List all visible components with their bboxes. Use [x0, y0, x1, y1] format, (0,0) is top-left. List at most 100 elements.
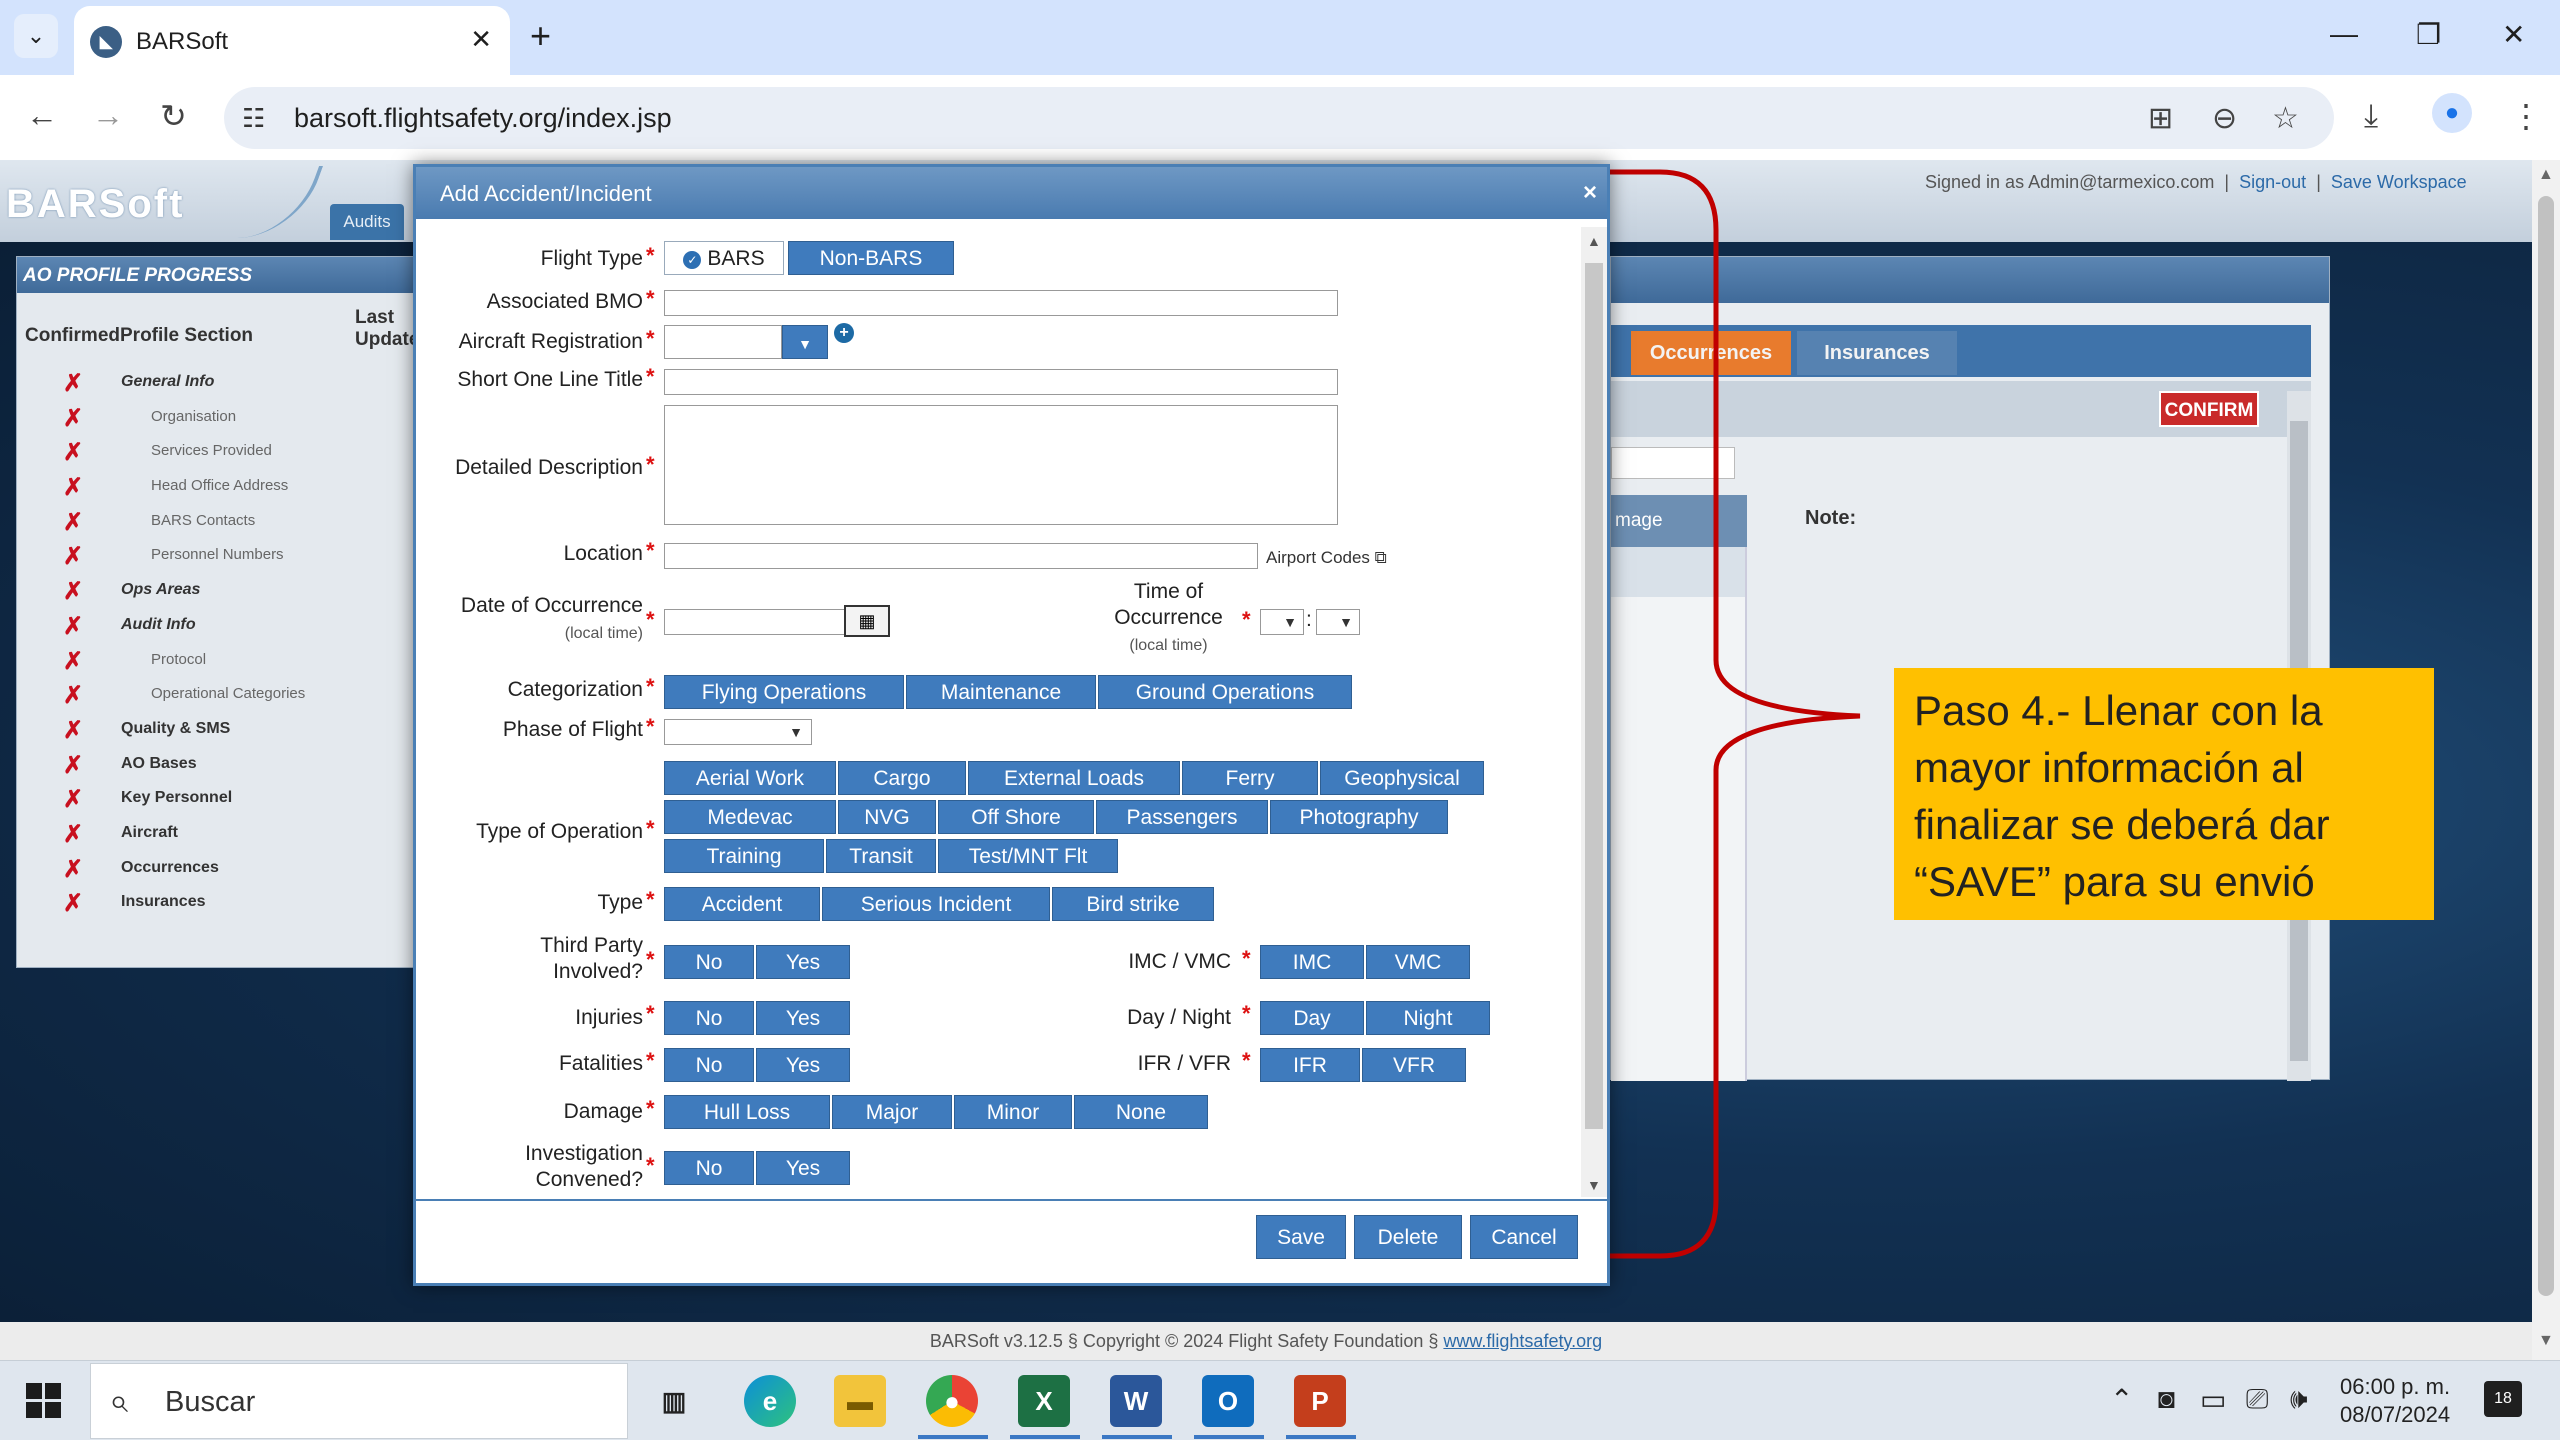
tab-search-button[interactable]: ⌄ [14, 14, 58, 58]
download-icon[interactable]: ⤓ [2364, 97, 2378, 135]
edge-icon[interactable]: e [744, 1375, 796, 1427]
vfr-button[interactable]: VFR [1362, 1048, 1466, 1082]
imc-button[interactable]: IMC [1260, 945, 1364, 979]
third-party-yes[interactable]: Yes [756, 945, 850, 979]
file-explorer-icon[interactable]: ▬ [834, 1375, 886, 1427]
fatalities-yes[interactable]: Yes [756, 1048, 850, 1082]
flight-type-nonbars-button[interactable]: Non-BARS [788, 241, 954, 275]
list-item[interactable]: ✗ BARS Contacts [17, 506, 417, 541]
operation-geophysical[interactable]: Geophysical [1320, 761, 1484, 795]
clock[interactable]: 06:00 p. m. 08/07/2024 [2340, 1373, 2450, 1429]
excel-icon[interactable]: X [1018, 1375, 1070, 1427]
detailed-description-textarea[interactable] [664, 405, 1338, 525]
injuries-no[interactable]: No [664, 1001, 754, 1035]
page-scrollbar[interactable]: ▲ ▼ [2532, 160, 2560, 1360]
flight-type-bars-radio[interactable]: ✓ BARS [664, 241, 784, 275]
category-ground-operations[interactable]: Ground Operations [1098, 675, 1352, 709]
network-icon[interactable]: ⎚ [2246, 1383, 2268, 1416]
operation-passengers[interactable]: Passengers [1096, 800, 1268, 834]
associated-bmo-input[interactable] [664, 290, 1338, 316]
damage-minor[interactable]: Minor [954, 1095, 1072, 1129]
operation-off-shore[interactable]: Off Shore [938, 800, 1094, 834]
scroll-down-icon[interactable]: ▼ [1587, 1177, 1601, 1193]
meet-now-icon[interactable]: ◙ [2158, 1383, 2175, 1415]
list-item[interactable]: ✗ General Info [17, 367, 417, 402]
delete-button[interactable]: Delete [1354, 1215, 1462, 1259]
add-aircraft-icon[interactable]: + [834, 323, 854, 343]
operation-training[interactable]: Training [664, 839, 824, 873]
zoom-icon[interactable]: ⊖ [2212, 101, 2237, 136]
list-item[interactable]: ✗ Operational Categories [17, 679, 417, 714]
date-occurrence-input[interactable] [664, 609, 848, 635]
powerpoint-icon[interactable]: P [1294, 1375, 1346, 1427]
location-input[interactable] [664, 543, 1258, 569]
footer-link[interactable]: www.flightsafety.org [1443, 1331, 1602, 1351]
damage-major[interactable]: Major [832, 1095, 952, 1129]
back-icon[interactable]: ← [26, 97, 58, 134]
operation-ferry[interactable]: Ferry [1182, 761, 1318, 795]
save-button[interactable]: Save [1256, 1215, 1346, 1259]
list-item[interactable]: ✗ Key Personnel [17, 783, 417, 818]
bookmark-star-icon[interactable]: ☆ [2272, 101, 2299, 136]
profile-avatar-icon[interactable]: ● [2432, 93, 2472, 133]
windows-start-icon[interactable] [26, 1383, 62, 1419]
phase-of-flight-select[interactable]: ▼ [664, 719, 812, 745]
dialog-scrollbar[interactable]: ▲ ▼ [1581, 227, 1607, 1197]
chrome-icon[interactable]: ● [926, 1375, 978, 1427]
translate-icon[interactable]: ⊞ [2148, 101, 2173, 136]
chevron-up-icon[interactable]: ⌃ [2110, 1383, 2133, 1416]
operation-photography[interactable]: Photography [1270, 800, 1448, 834]
minimize-icon[interactable]: — [2330, 18, 2358, 50]
audits-tab[interactable]: Audits [330, 204, 404, 240]
operation-external-loads[interactable]: External Loads [968, 761, 1180, 795]
type-bird-strike[interactable]: Bird strike [1052, 887, 1214, 921]
list-item[interactable]: ✗ Aircraft [17, 818, 417, 853]
list-item[interactable]: ✗ Ops Areas [17, 575, 417, 610]
dialog-close-icon[interactable]: × [1583, 179, 1597, 207]
third-party-no[interactable]: No [664, 945, 754, 979]
list-item[interactable]: ✗ Organisation [17, 402, 417, 437]
category-flying-operations[interactable]: Flying Operations [664, 675, 904, 709]
list-item[interactable]: ✗ Insurances [17, 887, 417, 922]
aircraft-registration-dropdown[interactable]: ▼ [782, 325, 828, 359]
calendar-icon[interactable]: ▦ [844, 605, 890, 637]
sign-out-link[interactable]: Sign-out [2239, 172, 2306, 192]
list-item[interactable]: ✗ Personnel Numbers [17, 540, 417, 575]
scroll-thumb[interactable] [2538, 196, 2554, 1296]
injuries-yes[interactable]: Yes [756, 1001, 850, 1035]
aircraft-registration-select[interactable] [664, 325, 782, 359]
operation-aerial-work[interactable]: Aerial Work [664, 761, 836, 795]
close-tab-icon[interactable]: ✕ [470, 24, 492, 55]
ifr-button[interactable]: IFR [1260, 1048, 1360, 1082]
list-item[interactable]: ✗ Protocol [17, 645, 417, 680]
url-text[interactable]: barsoft.flightsafety.org/index.jsp [294, 103, 672, 134]
type-accident[interactable]: Accident [664, 887, 820, 921]
forward-icon[interactable]: → [92, 97, 124, 134]
airport-codes-link[interactable]: Airport Codes ⧉ [1266, 548, 1387, 568]
operation-test-mnt-flt[interactable]: Test/MNT Flt [938, 839, 1118, 873]
task-view-icon[interactable]: ▥ [648, 1375, 700, 1427]
list-item[interactable]: ✗ Audit Info [17, 610, 417, 645]
category-maintenance[interactable]: Maintenance [906, 675, 1096, 709]
operation-transit[interactable]: Transit [826, 839, 936, 873]
site-settings-icon[interactable]: ☷ [242, 103, 265, 134]
scroll-thumb[interactable] [1585, 263, 1603, 1129]
new-tab-button[interactable]: + [530, 16, 551, 56]
list-item[interactable]: ✗ Occurrences [17, 853, 417, 888]
list-item[interactable]: ✗ Head Office Address [17, 471, 417, 506]
operation-cargo[interactable]: Cargo [838, 761, 966, 795]
word-icon[interactable]: W [1110, 1375, 1162, 1427]
address-bar[interactable]: ☷ barsoft.flightsafety.org/index.jsp ⊞ ⊖… [224, 87, 2334, 149]
battery-icon[interactable]: ▭ [2200, 1383, 2226, 1416]
investigation-yes[interactable]: Yes [756, 1151, 850, 1185]
list-item[interactable]: ✗ Services Provided [17, 436, 417, 471]
short-title-input[interactable] [664, 369, 1338, 395]
volume-icon[interactable]: 🕪 [2290, 1383, 2308, 1416]
damage-hull-loss[interactable]: Hull Loss [664, 1095, 830, 1129]
notification-center-icon[interactable]: 18 [2484, 1381, 2522, 1417]
list-item[interactable]: ✗ Quality & SMS [17, 714, 417, 749]
scroll-up-icon[interactable]: ▲ [1587, 233, 1601, 249]
confirm-button[interactable]: CONFIRM [2159, 391, 2259, 427]
night-button[interactable]: Night [1366, 1001, 1490, 1035]
vmc-button[interactable]: VMC [1366, 945, 1470, 979]
